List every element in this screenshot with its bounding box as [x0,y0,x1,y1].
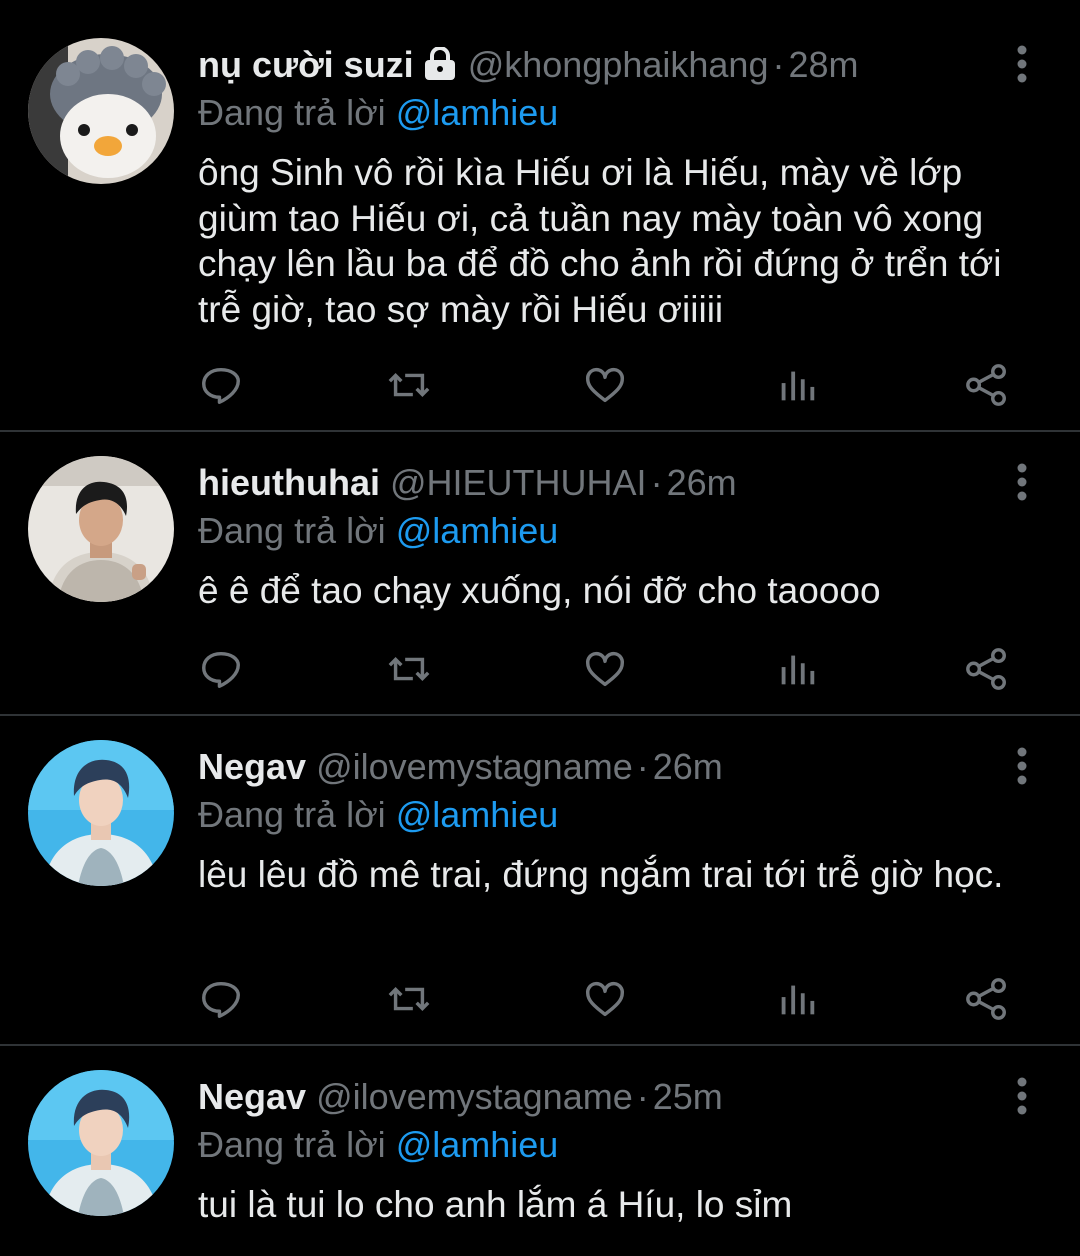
tweet-actions [198,362,1028,412]
reply-prefix: Đang trả lời [198,510,386,551]
replying-to: Đang trả lời @lamhieu [198,1122,558,1168]
replying-to: Đang trả lời @lamhieu [198,792,558,838]
user-handle[interactable]: @ilovemystagname [316,1076,633,1117]
tweet-text: tui là tui lo cho anh lắm á Híu, lo sỉm [198,1184,793,1225]
analytics-icon[interactable] [774,362,824,412]
like-icon[interactable] [582,646,632,696]
person-blue-photo-avatar [28,1070,174,1216]
reply-icon[interactable] [198,976,248,1026]
user-handle[interactable]: @khongphaikhang [468,44,769,85]
tweet[interactable]: Negav @ilovemystagname · 26m Đang trả lời @… [0,702,1080,1046]
reply-icon[interactable] [198,646,248,696]
replying-to: Đang trả lời @lamhieu [198,508,558,554]
tweet[interactable]: hieuthuhai @HIEUTHUHAI · 26m Đang trả lời @… [0,418,1080,714]
tweet[interactable]: nụ cười suzi @khongphaikhang · 28m Đang trả… [0,0,1080,430]
tweet-text: ê ê để tao chạy xuống, nói đỡ cho taoooo [198,570,881,611]
penguin-plush-avatar [28,38,174,184]
more-options-icon[interactable] [1010,462,1034,502]
lock-icon [422,46,458,92]
separator-dot: · [772,44,785,85]
timestamp[interactable]: 25m [653,1076,723,1117]
tweet-text: ông Sinh vô rồi kìa Hiếu ơi là Hiếu, mày… [198,152,1002,330]
share-icon[interactable] [964,362,1014,412]
tweet-header: Negav @ilovemystagname · 25m [198,1074,723,1120]
like-icon[interactable] [582,976,632,1026]
separator-dot: · [650,462,663,503]
analytics-icon[interactable] [774,646,824,696]
tweet-header: hieuthuhai @HIEUTHUHAI · 26m [198,460,737,506]
user-handle[interactable]: @ilovemystagname [316,746,633,787]
timestamp[interactable]: 28m [788,44,858,85]
reply-prefix: Đang trả lời [198,92,386,133]
avatar[interactable] [28,740,174,886]
tweet-text: lêu lêu đồ mê trai, đứng ngắm trai tới t… [198,854,1004,895]
more-options-icon[interactable] [1010,746,1034,786]
person-blue-photo-avatar [28,740,174,886]
analytics-icon[interactable] [774,976,824,1026]
display-name[interactable]: hieuthuhai [198,462,380,503]
timestamp[interactable]: 26m [667,462,737,503]
person-photo-avatar [28,456,174,602]
reply-prefix: Đang trả lời [198,794,386,835]
retweet-icon[interactable] [386,362,436,412]
reply-mention[interactable]: @lamhieu [396,1124,559,1165]
tweet-header: nụ cười suzi @khongphaikhang · 28m [198,42,859,88]
share-icon[interactable] [964,646,1014,696]
avatar[interactable] [28,38,174,184]
tweet[interactable]: Negav @ilovemystagname · 25m Đang trả lời @… [0,1032,1080,1256]
separator-dot: · [636,1076,649,1117]
avatar[interactable] [28,456,174,602]
tweet-actions [198,976,1028,1026]
like-icon[interactable] [582,362,632,412]
tweet-actions [198,646,1028,696]
reply-prefix: Đang trả lời [198,1124,386,1165]
tweet-header: Negav @ilovemystagname · 26m [198,744,723,790]
replying-to: Đang trả lời @lamhieu [198,90,558,136]
avatar[interactable] [28,1070,174,1216]
more-options-icon[interactable] [1010,44,1034,84]
display-name[interactable]: Negav [198,746,306,787]
timestamp[interactable]: 26m [653,746,723,787]
user-handle[interactable]: @HIEUTHUHAI [390,462,647,503]
display-name[interactable]: nụ cười suzi [198,44,414,85]
share-icon[interactable] [964,976,1014,1026]
reply-icon[interactable] [198,362,248,412]
display-name[interactable]: Negav [198,1076,306,1117]
retweet-icon[interactable] [386,976,436,1026]
reply-mention[interactable]: @lamhieu [396,510,559,551]
reply-feed: nụ cười suzi @khongphaikhang · 28m Đang trả… [0,0,1080,1256]
more-options-icon[interactable] [1010,1076,1034,1116]
reply-mention[interactable]: @lamhieu [396,794,559,835]
reply-mention[interactable]: @lamhieu [396,92,559,133]
retweet-icon[interactable] [386,646,436,696]
separator-dot: · [636,746,649,787]
